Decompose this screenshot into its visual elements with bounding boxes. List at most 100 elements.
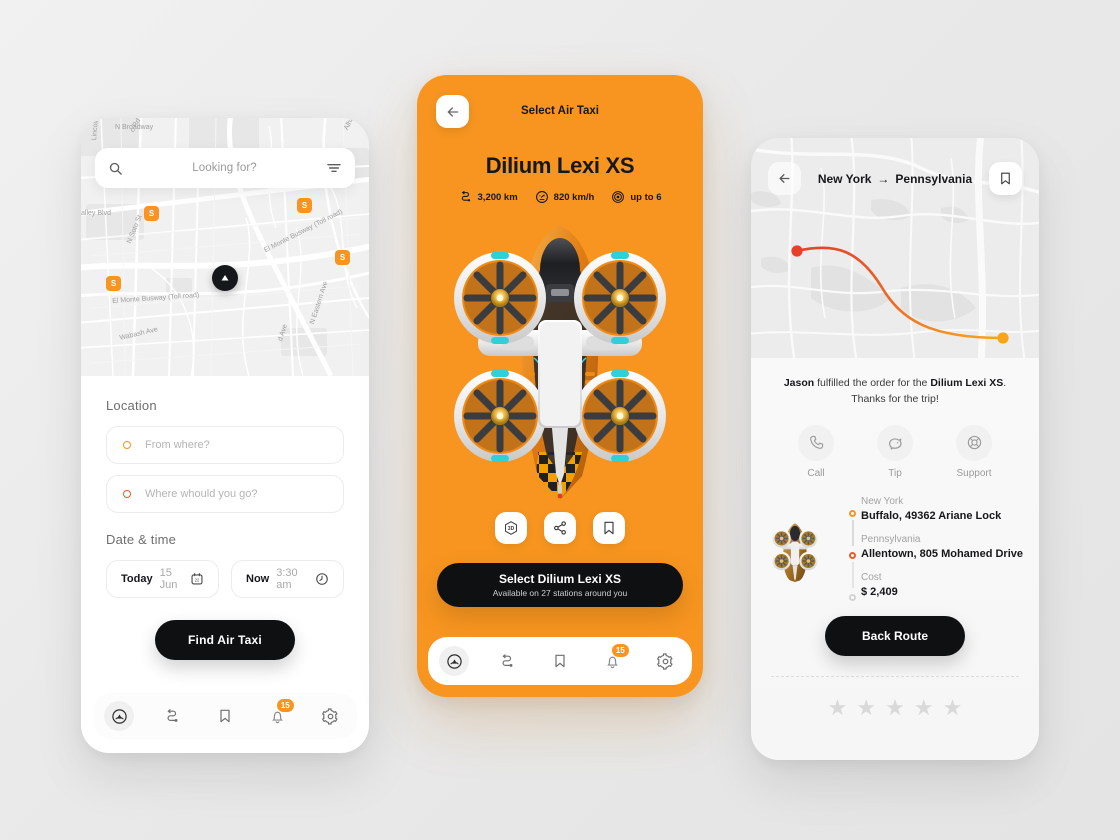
spec-range-value: 3,200 km (477, 191, 518, 203)
current-location-pin[interactable] (212, 265, 238, 291)
message-mid: fulfilled the order for the (814, 377, 931, 389)
speedometer-icon (535, 191, 548, 203)
phone-icon (809, 435, 823, 449)
route-icon (502, 653, 513, 667)
stop-address: Buffalo, 49362 Ariane Lock (861, 509, 1002, 522)
stop-destination: Pennsylvania Allentown, 805 Mohamed Driv… (861, 534, 1025, 560)
tab-routes[interactable] (157, 701, 187, 731)
station-marker[interactable]: S (106, 276, 121, 291)
spec-seats-value: up to 6 (630, 191, 662, 203)
star-5[interactable]: ★ (943, 696, 963, 719)
support-circle (956, 424, 992, 461)
route-icon (167, 708, 178, 722)
star-3[interactable]: ★ (885, 696, 905, 719)
time-picker[interactable]: Now 3:30 am (231, 560, 344, 598)
drone-illustration (454, 226, 666, 500)
view-3d-button[interactable]: 3D (495, 512, 527, 544)
tab-saved[interactable] (210, 701, 240, 731)
lifebuoy-icon (967, 435, 981, 450)
call-action[interactable]: Call (798, 424, 834, 479)
drone-radar-icon (112, 708, 127, 724)
spec-list: 3,200 km 820 km/h up to 6 (417, 190, 703, 204)
call-label: Call (807, 467, 825, 479)
route-title: New York → Pennsylvania (801, 172, 989, 186)
bottom-tab-bar: 15 (93, 693, 357, 739)
tab-alerts[interactable]: 15 (263, 699, 294, 731)
location-panel: Location From where? Where whould you go… (81, 376, 369, 660)
route-origin: New York (817, 171, 872, 186)
back-button[interactable] (768, 162, 801, 195)
select-header: Select Air Taxi (417, 75, 703, 133)
find-air-taxi-button[interactable]: Find Air Taxi (155, 620, 295, 660)
tab-routes[interactable] (492, 646, 522, 676)
tip-label: Tip (888, 467, 902, 479)
svg-text:22: 22 (195, 578, 200, 583)
tip-action[interactable]: Tip (877, 424, 913, 479)
tab-settings[interactable] (316, 701, 346, 731)
bookmark-button[interactable] (989, 162, 1022, 195)
stop-list: New York Buffalo, 49362 Ariane Lock Penn… (861, 496, 1039, 610)
stop-cost: Cost $ 2,409 (861, 572, 1025, 598)
select-taxi-sublabel: Available on 27 stations around you (492, 588, 628, 598)
svg-text:3D: 3D (508, 526, 515, 532)
phone-select-taxi-screen: Select Air Taxi Dilium Lexi XS 3,200 km … (417, 75, 703, 697)
date-label: Today (121, 573, 153, 585)
station-marker[interactable]: S (335, 250, 350, 265)
gear-icon (322, 707, 338, 725)
message-model: Dilium Lexi XS (930, 377, 1004, 389)
station-marker[interactable]: S (297, 198, 312, 213)
filter-icon[interactable] (326, 160, 342, 176)
driver-name: Jason (783, 377, 815, 389)
map-view[interactable]: N Broadway Lincoln Park Ave Alhambra all… (81, 118, 369, 376)
cost-value: $ 2,409 (861, 585, 898, 598)
datetime-row: Today 15 Jun 22 Now 3:30 am (106, 560, 344, 598)
select-taxi-button[interactable]: Select Dilium Lexi XS Available on 27 st… (437, 563, 683, 607)
route-timeline (847, 496, 861, 610)
timeline-dot-origin (849, 509, 856, 517)
phone-trip-summary-screen: New York → Pennsylvania Jason fulfilled … (751, 138, 1039, 760)
trip-message: Jason fulfilled the order for the Dilium… (751, 358, 1039, 408)
timeline-line (852, 561, 854, 588)
route-map[interactable]: New York → Pennsylvania (751, 138, 1039, 358)
star-1[interactable]: ★ (828, 696, 848, 719)
bookmark-icon (604, 521, 614, 535)
spec-seats: up to 6 (611, 190, 661, 204)
tab-settings[interactable] (651, 646, 681, 676)
from-field[interactable]: From where? (106, 426, 344, 464)
back-route-button[interactable]: Back Route (825, 615, 965, 656)
cost-label: Cost (861, 571, 882, 583)
to-input[interactable]: Where whould you go? (145, 488, 258, 500)
datetime-section-title: Date & time (106, 532, 177, 547)
bookmark-button[interactable] (593, 512, 625, 544)
support-actions: Call Tip Support (751, 424, 1039, 479)
tip-circle (877, 424, 913, 461)
search-input[interactable]: Looking for? (123, 162, 326, 174)
to-field[interactable]: Where whould you go? (106, 475, 344, 513)
trip-details: New York Buffalo, 49362 Ariane Lock Penn… (751, 496, 1039, 610)
date-picker[interactable]: Today 15 Jun 22 (106, 560, 219, 598)
search-bar[interactable]: Looking for? (95, 148, 355, 188)
3d-icon: 3D (505, 521, 517, 535)
bookmark-icon (1001, 172, 1010, 185)
origin-dot-icon (123, 441, 131, 449)
timeline-dot-destination (849, 551, 856, 559)
bookmark-icon (220, 709, 230, 723)
station-marker[interactable]: S (144, 206, 159, 221)
support-action[interactable]: Support (956, 424, 992, 479)
share-button[interactable] (544, 512, 576, 544)
star-4[interactable]: ★ (914, 696, 934, 719)
tab-saved[interactable] (545, 646, 575, 676)
star-2[interactable]: ★ (856, 696, 876, 719)
seats-icon (612, 191, 625, 203)
tab-home[interactable] (104, 701, 135, 731)
map-label: alley Blvd (81, 210, 111, 217)
drone-thumbnail (772, 522, 818, 582)
from-input[interactable]: From where? (145, 439, 210, 451)
spec-speed: 820 km/h (535, 190, 594, 204)
tab-alerts[interactable]: 15 (598, 644, 629, 676)
drone-image (417, 208, 703, 508)
date-value: 15 Jun (159, 567, 178, 591)
share-icon (554, 521, 566, 535)
tab-home[interactable] (439, 646, 470, 676)
notification-badge: 15 (276, 699, 294, 712)
